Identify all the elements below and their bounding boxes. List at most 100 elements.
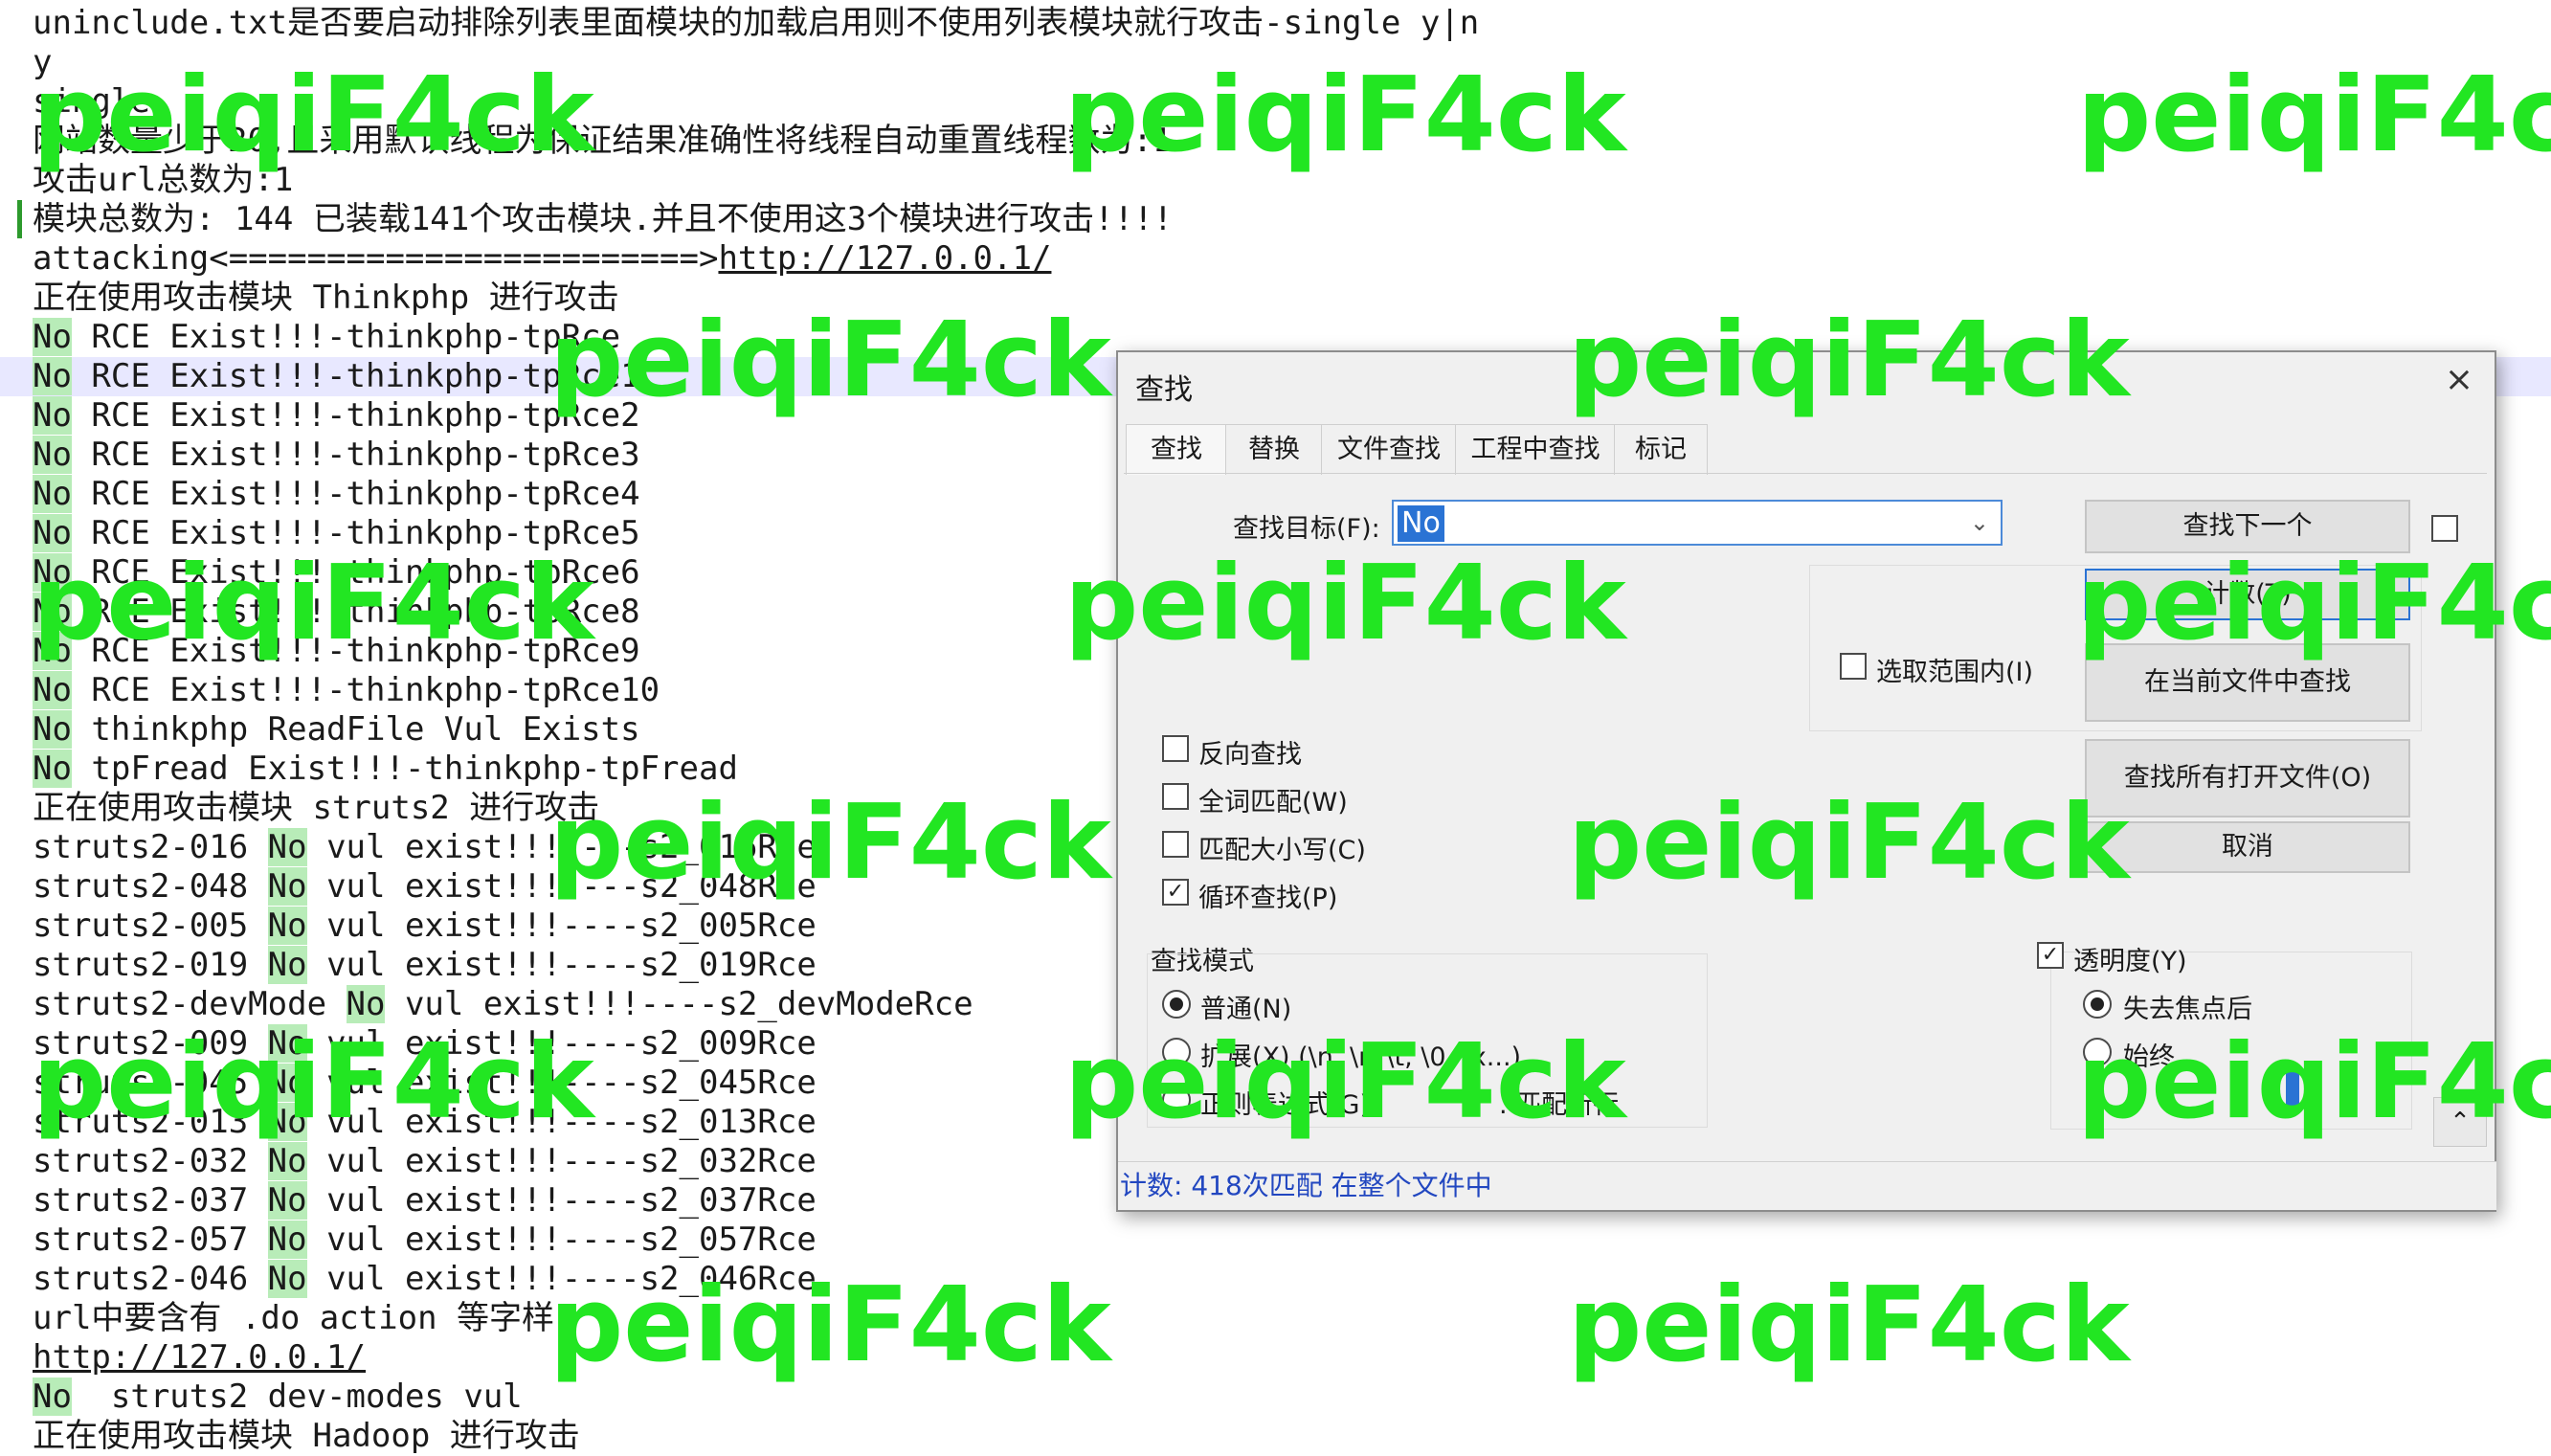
find-target-value[interactable]: No (1398, 505, 1444, 542)
line-rest: RCE Exist!!!-thinkphp-tpRce1 (71, 357, 640, 395)
mode-regex-label: 正则表达式(G) (1200, 1090, 1370, 1120)
editor-line[interactable]: struts2-057 No vul exist!!!----s2_057Rce (33, 1221, 817, 1260)
editor-line[interactable]: uninclude.txt是否要启动排除列表里面模块的加载启用则不使用列表模块就… (33, 4, 1479, 43)
editor-line[interactable]: url中要含有 .do action 等字样 (33, 1299, 554, 1338)
search-match-highlight: No (267, 1221, 307, 1259)
line-rest: vul exist!!!----s2_019Rce (306, 946, 817, 984)
tab-replace[interactable]: 替换 (1225, 424, 1323, 475)
tab-mark[interactable]: 标记 (1614, 424, 1708, 475)
editor-line[interactable]: No RCE Exist!!!-thinkphp-tpRce6 (33, 553, 640, 593)
line-rest: vul exist!!!----s2_057Rce (306, 1221, 817, 1259)
editor-line[interactable]: 正在使用攻击模块 struts2 进行攻击 (33, 789, 599, 828)
line-rest: vul exist!!!----s2_016Rce (306, 828, 817, 866)
editor-line[interactable]: struts2-016 No vul exist!!!----s2_016Rce (33, 828, 817, 867)
tab-find-in-project[interactable]: 工程中查找 (1455, 424, 1616, 475)
in-selection-checkbox[interactable] (1840, 653, 1867, 680)
line-rest: vul exist!!!----s2_005Rce (306, 907, 817, 945)
editor-line[interactable]: struts2-019 No vul exist!!!----s2_019Rce (33, 946, 817, 985)
tab-find[interactable]: 查找 (1126, 424, 1227, 475)
search-match-highlight: No (33, 671, 72, 709)
search-match-highlight: No (267, 1064, 307, 1102)
mode-normal-radio[interactable] (1162, 990, 1191, 1019)
editor-line[interactable]: attacking<========================>http:… (33, 239, 1051, 279)
find-next-button[interactable]: 查找下一个 (2085, 500, 2410, 553)
search-match-highlight: No (33, 710, 72, 749)
scroll-up-icon[interactable]: ⌃ (2433, 1097, 2487, 1147)
line-text: url中要含有 .do action 等字样 (33, 1299, 555, 1337)
status-bar: 计数: 418次匹配 在整个文件中 (1118, 1161, 2496, 1210)
close-icon[interactable]: × (2445, 360, 2473, 399)
cancel-button[interactable]: 取消 (2085, 821, 2410, 873)
editor-line[interactable]: 攻击url总数为:1 (33, 161, 293, 200)
search-match-highlight: No (267, 867, 307, 906)
url-link[interactable]: http://127.0.0.1/ (33, 1338, 366, 1377)
line-rest: RCE Exist!!!-thinkphp-tpRce9 (71, 632, 640, 670)
editor-line[interactable]: struts2-046 No vul exist!!!----s2_046Rce (33, 1260, 817, 1299)
editor-line[interactable]: No RCE Exist!!!-thinkphp-tpRce2 (33, 396, 640, 436)
line-text: 正在使用攻击模块 struts2 进行攻击 (33, 789, 600, 827)
editor-line[interactable]: 网站数量少于20,且采用默认线程为保证结果准确性将线程自动重置线程数为:1 (33, 122, 1172, 161)
search-match-highlight: No (267, 1024, 307, 1063)
editor-line[interactable]: struts2-045 No vul exist!!!----s2_045Rce (33, 1064, 817, 1103)
editor-line[interactable]: struts2-005 No vul exist!!!----s2_005Rce (33, 907, 817, 946)
line-text: uninclude.txt是否要启动排除列表里面模块的加载启用则不使用列表模块就… (33, 4, 1480, 42)
editor-line[interactable]: struts2-009 No vul exist!!!----s2_009Rce (33, 1024, 817, 1064)
editor-line[interactable]: No thinkphp ReadFile Vul Exists (33, 710, 640, 750)
line-text: 模块总数为: 144 已装载141个攻击模块.并且不使用这3个模块进行攻击!!!… (33, 200, 1174, 238)
editor-line[interactable]: y (33, 43, 52, 82)
transparency-on-lose-focus-radio[interactable] (2083, 990, 2112, 1019)
editor-line[interactable]: struts2-devMode No vul exist!!!----s2_de… (33, 985, 973, 1024)
editor-line[interactable]: No struts2 dev-modes vul (33, 1378, 523, 1417)
line-rest: RCE Exist!!!-thinkphp-tpRce6 (71, 553, 640, 592)
line-rest: RCE Exist!!!-thinkphp-tpRce5 (71, 514, 640, 552)
tab-find-in-files[interactable]: 文件查找 (1321, 424, 1457, 475)
reverse-search-checkbox[interactable] (1162, 735, 1189, 762)
editor-line[interactable]: No RCE Exist!!!-thinkphp-tpRce9 (33, 632, 640, 671)
url-link[interactable]: http://127.0.0.1/ (718, 239, 1051, 278)
chevron-down-icon[interactable]: ⌄ (1970, 509, 1989, 536)
count-button[interactable]: 计数(T) (2085, 569, 2410, 620)
search-match-highlight: No (267, 907, 307, 945)
find-next-option-checkbox[interactable] (2431, 515, 2458, 542)
match-case-checkbox[interactable] (1162, 831, 1189, 858)
reverse-search-label: 反向查找 (1198, 740, 1302, 770)
wrap-around-checkbox[interactable]: ✓ (1162, 879, 1189, 906)
editor-line[interactable]: struts2-032 No vul exist!!!----s2_032Rce (33, 1142, 817, 1181)
transparency-checkbox[interactable]: ✓ (2037, 942, 2064, 969)
transparency-slider-thumb[interactable] (2286, 1072, 2299, 1110)
mode-extended-radio[interactable] (1162, 1038, 1191, 1066)
find-in-current-file-button[interactable]: 在当前文件中查找 (2085, 643, 2410, 722)
editor-line[interactable]: No tpFread Exist!!!-thinkphp-tpFread (33, 750, 738, 789)
editor-line[interactable]: struts2-037 No vul exist!!!----s2_037Rce (33, 1181, 817, 1221)
find-target-combobox[interactable]: No ⌄ (1392, 500, 2003, 546)
line-rest: vul exist!!!----s2_048Rce (306, 867, 817, 906)
editor-line[interactable]: 正在使用攻击模块 Hadoop 进行攻击 (33, 1417, 580, 1456)
find-in-all-open-files-button[interactable]: 查找所有打开文件(O) (2085, 739, 2410, 818)
line-rest: RCE Exist!!!-thinkphp-tpRce (71, 318, 621, 356)
editor-line[interactable]: No RCE Exist!!!-thinkphp-tpRce8 (33, 593, 640, 632)
search-match-highlight: No (33, 357, 72, 395)
transparency-always-radio[interactable] (2083, 1038, 2112, 1066)
editor-line[interactable]: struts2-048 No vul exist!!!----s2_048Rce (33, 867, 817, 907)
editor-line[interactable]: 正在使用攻击模块 Thinkphp 进行攻击 (33, 279, 619, 318)
editor-line[interactable]: No RCE Exist!!!-thinkphp-tpRce1 (33, 357, 640, 396)
search-match-highlight: No (267, 1103, 307, 1141)
line-prefix: struts2-013 (33, 1103, 268, 1141)
search-match-highlight: No (33, 396, 72, 435)
editor-line[interactable]: 模块总数为: 144 已装载141个攻击模块.并且不使用这3个模块进行攻击!!!… (33, 200, 1173, 239)
editor-line[interactable]: No RCE Exist!!!-thinkphp-tpRce5 (33, 514, 640, 553)
editor-line[interactable]: struts2-013 No vul exist!!!----s2_013Rce (33, 1103, 817, 1142)
editor-line[interactable]: No RCE Exist!!!-thinkphp-tpRce3 (33, 436, 640, 475)
editor-line[interactable]: No RCE Exist!!!-thinkphp-tpRce10 (33, 671, 660, 710)
mode-regex-radio[interactable] (1162, 1086, 1191, 1114)
line-rest: tpFread Exist!!!-thinkphp-tpFread (71, 750, 738, 788)
line-rest: RCE Exist!!!-thinkphp-tpRce8 (71, 593, 640, 631)
editor-line[interactable]: No RCE Exist!!!-thinkphp-tpRce (33, 318, 620, 357)
editor-line[interactable]: No RCE Exist!!!-thinkphp-tpRce4 (33, 475, 640, 514)
mode-extended-label: 扩展(X) (\n, \r, \t, \0, \x...) (1200, 1042, 1522, 1072)
line-text: 攻击url总数为:1 (33, 161, 294, 199)
editor-line[interactable]: http://127.0.0.1/ (33, 1338, 366, 1378)
editor-line[interactable]: single (33, 82, 150, 122)
whole-word-checkbox[interactable] (1162, 783, 1189, 810)
line-prefix: struts2-005 (33, 907, 268, 945)
